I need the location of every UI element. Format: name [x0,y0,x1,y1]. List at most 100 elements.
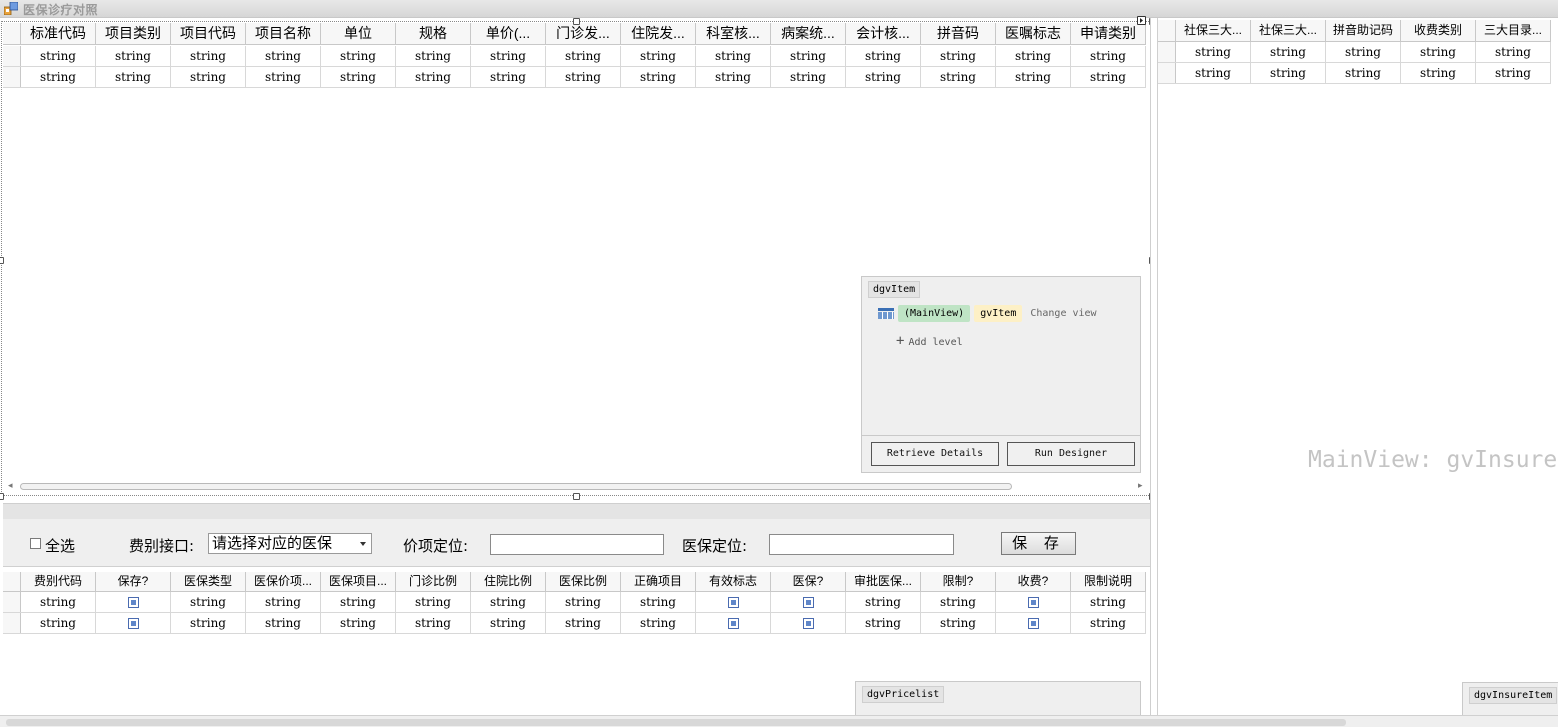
splitter[interactable] [1150,18,1158,715]
table-cell[interactable]: string [321,46,396,66]
save-button[interactable]: 保 存 [1001,532,1076,555]
table-cell[interactable]: string [621,67,696,87]
cell-checkbox[interactable] [727,597,739,608]
table-cell[interactable]: string [396,592,471,612]
column-header[interactable]: 门诊发... [546,23,621,44]
table-cell[interactable]: string [246,67,321,87]
table-cell[interactable]: string [1071,613,1146,633]
column-header[interactable]: 规格 [396,23,471,44]
table-cell[interactable]: string [246,592,321,612]
run-designer-button[interactable]: Run Designer [1007,442,1135,466]
item-grid-hscrollbar[interactable]: ◂ ▸ [8,480,1146,492]
column-header[interactable]: 医保比例 [546,572,621,591]
smart-tag-icon[interactable] [1137,16,1146,25]
table-cell[interactable]: string [246,613,321,633]
table-cell[interactable]: string [846,46,921,66]
table-cell[interactable]: string [996,46,1071,66]
column-header[interactable]: 门诊比例 [396,572,471,591]
table-cell[interactable]: string [396,67,471,87]
column-header[interactable]: 住院比例 [471,572,546,591]
retrieve-details-button[interactable]: Retrieve Details [871,442,999,466]
table-cell[interactable]: string [1401,42,1476,62]
table-cell[interactable]: string [1476,63,1551,83]
table-cell[interactable]: string [471,67,546,87]
column-header[interactable]: 医保项目... [321,572,396,591]
row-selector[interactable] [3,613,21,633]
table-cell[interactable]: string [246,46,321,66]
add-level-link[interactable]: + Add level [896,333,963,349]
change-view-link[interactable]: Change view [1030,308,1096,319]
column-header[interactable]: 项目名称 [246,23,321,44]
table-row[interactable]: string string string string string string stri… [3,46,1146,67]
table-row[interactable]: string string string string string string stri… [3,67,1146,88]
column-header[interactable]: 社保三大... [1251,20,1326,41]
table-cell[interactable]: string [396,46,471,66]
scroll-thumb[interactable] [20,483,1012,490]
table-cell[interactable] [696,613,771,633]
column-header[interactable]: 医保价项... [246,572,321,591]
resize-handle[interactable] [573,18,580,25]
column-header[interactable]: 拼音码 [921,23,996,44]
table-cell[interactable]: string [21,67,96,87]
table-cell[interactable]: string [1326,42,1401,62]
view-name-chip[interactable]: gvItem [974,305,1023,322]
table-cell[interactable] [771,613,846,633]
table-cell[interactable]: string [546,46,621,66]
table-cell[interactable]: string [1071,67,1146,87]
column-header[interactable]: 单位 [321,23,396,44]
table-cell[interactable]: string [546,613,621,633]
table-cell[interactable]: string [96,67,171,87]
table-cell[interactable]: string [171,46,246,66]
table-cell[interactable]: string [621,592,696,612]
table-cell[interactable]: string [921,592,996,612]
column-header[interactable]: 病案统... [771,23,846,44]
table-cell[interactable]: string [396,613,471,633]
column-header[interactable]: 会计核... [846,23,921,44]
table-cell[interactable]: string [1176,63,1251,83]
fee-interface-select[interactable]: 请选择对应的医保 [208,533,372,554]
chevron-down-icon[interactable] [360,542,366,546]
table-cell[interactable]: string [621,46,696,66]
cell-checkbox[interactable] [802,618,814,629]
cell-checkbox[interactable] [1027,597,1039,608]
table-cell[interactable]: string [171,67,246,87]
column-header[interactable]: 科室核... [696,23,771,44]
table-cell[interactable]: string [846,613,921,633]
column-header[interactable]: 收费? [996,572,1071,591]
column-header[interactable]: 限制说明 [1071,572,1146,591]
table-cell[interactable] [771,592,846,612]
column-header[interactable]: 费别代码 [21,572,96,591]
column-header[interactable]: 医嘱标志 [996,23,1071,44]
scroll-left-icon[interactable]: ◂ [8,480,13,491]
column-header[interactable]: 医保类型 [171,572,246,591]
row-selector[interactable] [3,46,21,66]
row-selector[interactable] [1158,42,1176,62]
table-cell[interactable]: string [621,613,696,633]
table-cell[interactable]: string [1251,63,1326,83]
table-cell[interactable]: string [321,67,396,87]
column-header[interactable]: 正确项目 [621,572,696,591]
table-cell[interactable]: string [1176,42,1251,62]
column-header[interactable]: 收费类别 [1401,20,1476,41]
table-cell[interactable]: string [21,613,96,633]
main-view-chip[interactable]: (MainView) [898,305,971,322]
table-cell[interactable]: string [846,592,921,612]
cell-checkbox[interactable] [127,618,139,629]
insure-grid[interactable]: 社保三大... 社保三大... 拼音助记码 收费类别 三大目录... string str… [1158,18,1558,715]
table-row[interactable]: string string string string string string stri… [3,592,1146,613]
table-cell[interactable]: string [921,67,996,87]
column-header[interactable]: 标准代码 [21,23,96,44]
table-cell[interactable]: string [696,46,771,66]
select-all-checkbox[interactable] [30,538,41,549]
table-row[interactable]: string string string string string [1158,42,1551,63]
column-header[interactable]: 项目类别 [96,23,171,44]
form-hscrollbar[interactable] [0,715,1558,727]
table-cell[interactable] [996,613,1071,633]
table-cell[interactable]: string [846,67,921,87]
column-header[interactable]: 三大目录... [1476,20,1551,41]
table-cell[interactable]: string [546,67,621,87]
table-cell[interactable]: string [771,67,846,87]
table-cell[interactable]: string [546,592,621,612]
table-cell[interactable]: string [1251,42,1326,62]
table-cell[interactable]: string [696,67,771,87]
